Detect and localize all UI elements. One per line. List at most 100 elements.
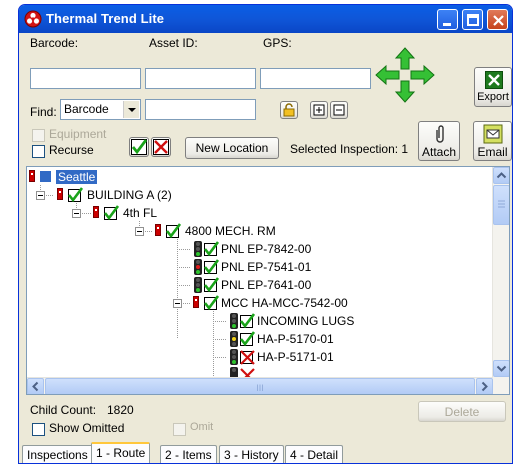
green-check-icon <box>239 313 255 329</box>
tree-node-label: PNL EP-7842-00 <box>221 242 312 256</box>
collapse-all-button[interactable] <box>330 101 348 119</box>
tab-detail[interactable]: 4 - Detail <box>285 445 344 463</box>
tab-inspections[interactable]: Inspections <box>22 445 93 463</box>
collapse-toggle-icon[interactable] <box>135 227 144 236</box>
equipment-checkbox[interactable] <box>32 129 45 142</box>
red-cross-icon <box>153 139 169 155</box>
gps-input[interactable] <box>260 68 371 89</box>
email-icon <box>483 124 503 144</box>
tree-vertical-scrollbar[interactable] <box>492 167 509 394</box>
find-select[interactable]: Barcode <box>60 99 141 120</box>
chevron-left-icon <box>32 381 39 392</box>
vertical-scroll-thumb[interactable] <box>493 185 509 225</box>
attach-label: Attach <box>421 145 457 159</box>
maximize-button[interactable] <box>462 9 483 30</box>
mark-pass-button[interactable] <box>129 137 149 157</box>
gps-label: GPS: <box>263 36 292 50</box>
tree-horizontal-scrollbar[interactable]: III <box>27 377 493 394</box>
tree-connector <box>213 357 227 358</box>
tree-node-label: MCC HA-MCC-7542-00 <box>221 296 348 310</box>
green-check-icon <box>103 205 119 221</box>
tree-node-label: 4th FL <box>123 206 158 220</box>
arrow-right-icon[interactable] <box>410 64 435 86</box>
tree-node-label: 4800 MECH. RM <box>185 224 276 238</box>
new-location-button[interactable]: New Location <box>185 137 279 159</box>
tab-items[interactable]: 2 - Items <box>160 445 217 463</box>
red-cross-icon <box>240 350 255 365</box>
tree-node-label: HA-P-5170-01 <box>257 332 334 346</box>
green-check-icon <box>165 223 181 239</box>
find-select-value: Barcode <box>64 102 109 116</box>
tree-connector <box>177 249 191 250</box>
tree-connector <box>213 321 227 322</box>
chevron-up-icon <box>496 172 507 179</box>
green-check-icon <box>239 331 255 347</box>
recurse-checkbox[interactable] <box>32 145 45 158</box>
chevron-down-icon <box>496 365 507 372</box>
tree-connector <box>82 213 91 214</box>
tree-connector <box>177 267 191 268</box>
location-tree[interactable]: Seattle BUILDING A (2) 4th FL 4800 MECH.… <box>26 166 510 395</box>
arrow-down-icon[interactable] <box>394 80 416 103</box>
scroll-grip-text: III <box>256 383 264 393</box>
tree-connector <box>46 195 54 196</box>
barcode-label: Barcode: <box>30 36 79 50</box>
arrow-up-icon[interactable] <box>394 47 416 70</box>
title-bar[interactable]: Thermal Trend Lite <box>19 5 512 33</box>
minus-box-icon <box>333 104 345 116</box>
delete-button[interactable]: Delete <box>418 401 506 422</box>
scroll-right-button[interactable] <box>476 378 493 394</box>
show-omitted-label: Show Omitted <box>49 421 125 435</box>
show-omitted-checkbox[interactable] <box>32 423 45 436</box>
collapse-toggle-icon[interactable] <box>72 209 81 218</box>
child-count-label: Child Count: <box>30 403 97 417</box>
collapse-toggle-icon[interactable] <box>173 299 182 308</box>
tree-node-label: PNL EP-7541-01 <box>221 260 312 274</box>
tree-connector <box>183 303 191 304</box>
green-check-icon <box>67 187 83 203</box>
lock-button[interactable] <box>280 101 298 119</box>
close-button[interactable] <box>487 9 508 30</box>
omit-checkbox[interactable] <box>173 423 186 436</box>
equipment-label: Equipment <box>49 127 107 141</box>
lock-icon <box>283 103 295 117</box>
expand-all-button[interactable] <box>310 101 328 119</box>
mark-fail-button[interactable] <box>151 137 171 157</box>
grip-icon <box>498 200 505 208</box>
minimize-button[interactable] <box>437 9 458 30</box>
scroll-down-button[interactable] <box>493 360 509 377</box>
tree-node-label: PNL EP-7641-00 <box>221 278 312 292</box>
attach-button[interactable]: Attach <box>418 121 460 161</box>
red-tag-icon <box>29 170 35 182</box>
green-check-icon <box>203 295 219 311</box>
barcode-input[interactable] <box>30 68 141 89</box>
tree-connector <box>145 231 153 232</box>
scroll-left-button[interactable] <box>27 378 44 394</box>
empty-checkbox-icon <box>39 170 52 183</box>
find-input[interactable] <box>145 99 256 120</box>
green-check-icon <box>203 277 219 293</box>
maximize-icon <box>467 14 479 26</box>
selected-inspection: Selected Inspection: 1 <box>290 142 409 156</box>
red-tag-icon <box>193 296 199 308</box>
find-label: Find: <box>30 105 57 119</box>
email-button[interactable]: Email <box>473 121 512 161</box>
app-logo-icon <box>24 10 42 28</box>
scroll-up-button[interactable] <box>493 167 509 184</box>
tab-route[interactable]: 1 - Route <box>91 442 151 463</box>
tab-history[interactable]: 3 - History <box>219 445 284 463</box>
horizontal-scroll-thumb[interactable]: III <box>45 378 475 394</box>
green-check-icon <box>203 259 219 275</box>
tree-node-label: INCOMING LUGS <box>257 314 355 328</box>
tab-strip: Inspections 1 - Route 2 - Items 3 - Hist… <box>19 442 512 463</box>
paperclip-icon <box>436 125 444 143</box>
export-button[interactable]: Export <box>474 67 512 107</box>
app-window: Thermal Trend Lite Barcode: Asset ID: GP… <box>18 4 513 464</box>
asset-id-input[interactable] <box>145 68 256 89</box>
omit-label: Omit <box>190 421 214 433</box>
collapse-toggle-icon[interactable] <box>36 191 45 200</box>
green-check-icon <box>131 139 148 155</box>
asset-id-label: Asset ID: <box>149 36 198 50</box>
plus-box-icon <box>313 104 325 116</box>
arrow-left-icon[interactable] <box>375 64 400 86</box>
